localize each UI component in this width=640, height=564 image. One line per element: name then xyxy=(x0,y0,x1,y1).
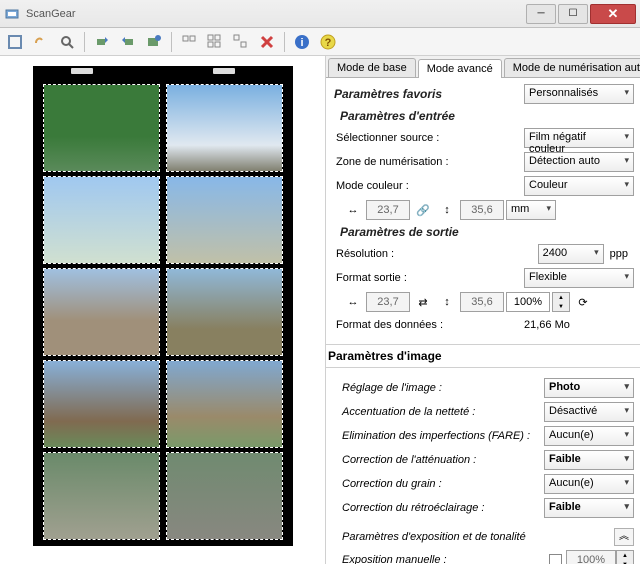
link-icon[interactable]: ⇄ xyxy=(414,293,432,311)
film-frame[interactable] xyxy=(166,84,283,172)
fare-label: Elimination des imperfections (FARE) : xyxy=(332,430,544,442)
remove-crops-icon[interactable] xyxy=(230,31,252,53)
fare-select[interactable]: Aucun(e) xyxy=(544,426,634,446)
datasize-value: 21,66 Mo xyxy=(524,319,634,331)
resolution-label: Résolution : xyxy=(332,248,538,260)
source-label: Sélectionner source : xyxy=(332,132,524,144)
adjust-select[interactable]: Photo xyxy=(544,378,634,398)
lock-aspect-icon[interactable]: 🔗 xyxy=(414,201,432,219)
minimize-button[interactable]: ─ xyxy=(526,4,556,24)
source-select[interactable]: Film négatif couleur xyxy=(524,128,634,148)
film-frame[interactable] xyxy=(43,452,160,540)
input-header: Paramètres d'entrée xyxy=(332,106,634,126)
svg-text:?: ? xyxy=(325,37,332,49)
film-frame[interactable] xyxy=(166,360,283,448)
all-crops-icon[interactable] xyxy=(204,31,226,53)
settings-panel: Mode de base Mode avancé Mode de numéris… xyxy=(325,56,640,564)
manual-spinner: ▲▼ xyxy=(616,550,634,564)
output-header: Paramètres de sortie xyxy=(332,222,634,242)
tab-advanced[interactable]: Mode avancé xyxy=(418,59,502,78)
scale-spinner[interactable]: ▲▼ xyxy=(552,292,570,312)
atten-label: Correction de l'atténuation : xyxy=(332,454,544,466)
back-select[interactable]: Faible xyxy=(544,498,634,518)
info-image-icon[interactable] xyxy=(143,31,165,53)
color-select[interactable]: Couleur xyxy=(524,176,634,196)
rotate-right-icon[interactable] xyxy=(117,31,139,53)
zone-label: Zone de numérisation : xyxy=(332,156,524,168)
width-icon: ↔ xyxy=(344,201,362,219)
close-button[interactable]: ✕ xyxy=(590,4,636,24)
input-height-field[interactable] xyxy=(460,200,504,220)
film-frame[interactable] xyxy=(166,268,283,356)
grain-label: Correction du grain : xyxy=(332,478,544,490)
color-label: Mode couleur : xyxy=(332,180,524,192)
back-label: Correction du rétroéclairage : xyxy=(332,502,544,514)
film-strip[interactable] xyxy=(33,66,293,546)
manual-checkbox[interactable] xyxy=(549,554,562,564)
width-icon: ↔ xyxy=(344,293,362,311)
reset-scale-icon[interactable]: ⟳ xyxy=(574,293,592,311)
exptone-expand-button[interactable]: ︽ xyxy=(614,528,634,546)
datasize-label: Format des données : xyxy=(332,319,524,331)
film-frame[interactable] xyxy=(43,360,160,448)
height-icon: ↕ xyxy=(438,201,456,219)
sharp-label: Accentuation de la netteté : xyxy=(332,406,544,418)
grain-select[interactable]: Aucun(e) xyxy=(544,474,634,494)
output-width-field[interactable] xyxy=(366,292,410,312)
input-width-field[interactable] xyxy=(366,200,410,220)
crop-tool-icon[interactable] xyxy=(4,31,26,53)
film-frame[interactable] xyxy=(166,452,283,540)
exptone-label: Paramètres d'exposition et de tonalité xyxy=(332,531,614,543)
app-icon xyxy=(4,6,20,22)
info-icon[interactable]: i xyxy=(291,31,313,53)
rotate-left-icon[interactable] xyxy=(91,31,113,53)
preview-pane xyxy=(0,56,325,564)
move-tool-icon[interactable] xyxy=(30,31,52,53)
svg-text:i: i xyxy=(300,37,303,49)
atten-select[interactable]: Faible xyxy=(544,450,634,470)
zoom-tool-icon[interactable] xyxy=(56,31,78,53)
delete-crop-icon[interactable] xyxy=(256,31,278,53)
manual-label: Exposition manuelle : xyxy=(332,554,549,564)
sharp-select[interactable]: Désactivé xyxy=(544,402,634,422)
height-icon: ↕ xyxy=(438,293,456,311)
mode-tabs: Mode de base Mode avancé Mode de numéris… xyxy=(326,56,640,78)
image-header: Paramètres d'image xyxy=(326,344,640,368)
format-label: Format sortie : xyxy=(332,272,524,284)
titlebar: ScanGear ─ ☐ ✕ xyxy=(0,0,640,28)
tab-auto[interactable]: Mode de numérisation automatique xyxy=(504,58,640,77)
help-icon[interactable]: ? xyxy=(317,31,339,53)
film-frame[interactable] xyxy=(43,84,160,172)
adjust-label: Réglage de l'image : xyxy=(332,382,544,394)
maximize-button[interactable]: ☐ xyxy=(558,4,588,24)
favorites-header: Paramètres favoris xyxy=(332,84,524,104)
scale-field[interactable] xyxy=(506,292,550,312)
unit-select[interactable]: mm xyxy=(506,200,556,220)
tab-basic[interactable]: Mode de base xyxy=(328,58,416,77)
resolution-unit: ppp xyxy=(604,248,634,260)
app-title: ScanGear xyxy=(26,8,524,20)
auto-crop-icon[interactable] xyxy=(178,31,200,53)
zone-select[interactable]: Détection auto xyxy=(524,152,634,172)
favorites-select[interactable]: Personnalisés xyxy=(524,84,634,104)
output-height-field[interactable] xyxy=(460,292,504,312)
film-frame[interactable] xyxy=(166,176,283,264)
format-select[interactable]: Flexible xyxy=(524,268,634,288)
manual-field xyxy=(566,550,616,564)
film-frame[interactable] xyxy=(43,268,160,356)
toolbar: i ? xyxy=(0,28,640,56)
resolution-select[interactable]: 2400 xyxy=(538,244,604,264)
film-frame[interactable] xyxy=(43,176,160,264)
